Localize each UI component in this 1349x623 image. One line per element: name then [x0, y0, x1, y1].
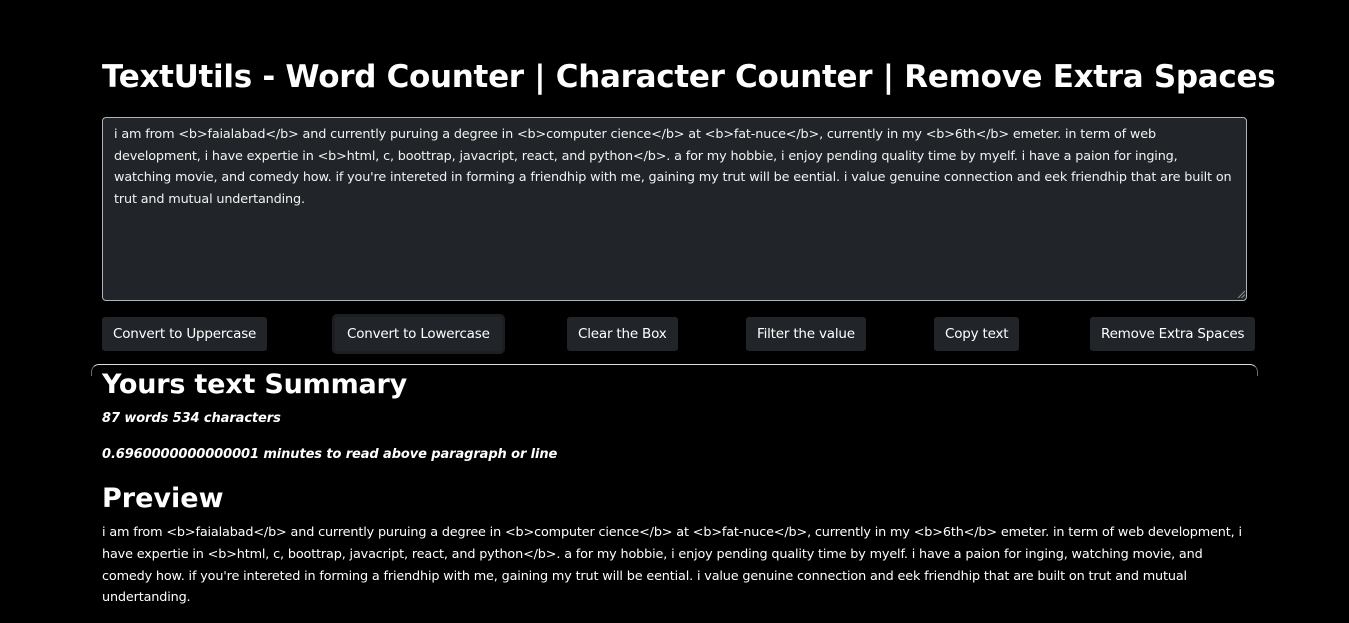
- preview-text: i am from <b>faialabad</b> and currently…: [102, 525, 1242, 606]
- summary-title: Yours text Summary: [102, 369, 408, 400]
- copy-button[interactable]: Copy text: [934, 317, 1020, 351]
- preview-title: Preview: [102, 483, 224, 514]
- text-input[interactable]: i am from <b>faialabad</b> and currently…: [102, 117, 1247, 301]
- uppercase-button[interactable]: Convert to Uppercase: [102, 317, 268, 351]
- filter-button[interactable]: Filter the value: [746, 317, 866, 351]
- read-time: 0.6960000000000001 minutes to read above…: [102, 447, 558, 462]
- page-title: TextUtils - Word Counter | Character Cou…: [102, 59, 1276, 95]
- lowercase-button[interactable]: Convert to Lowercase: [332, 314, 505, 354]
- resize-grip-icon[interactable]: [1237, 290, 1245, 298]
- remove-spaces-button[interactable]: Remove Extra Spaces: [1090, 317, 1256, 351]
- clear-button[interactable]: Clear the Box: [567, 317, 678, 351]
- word-char-count: 87 words 534 characters: [102, 411, 281, 426]
